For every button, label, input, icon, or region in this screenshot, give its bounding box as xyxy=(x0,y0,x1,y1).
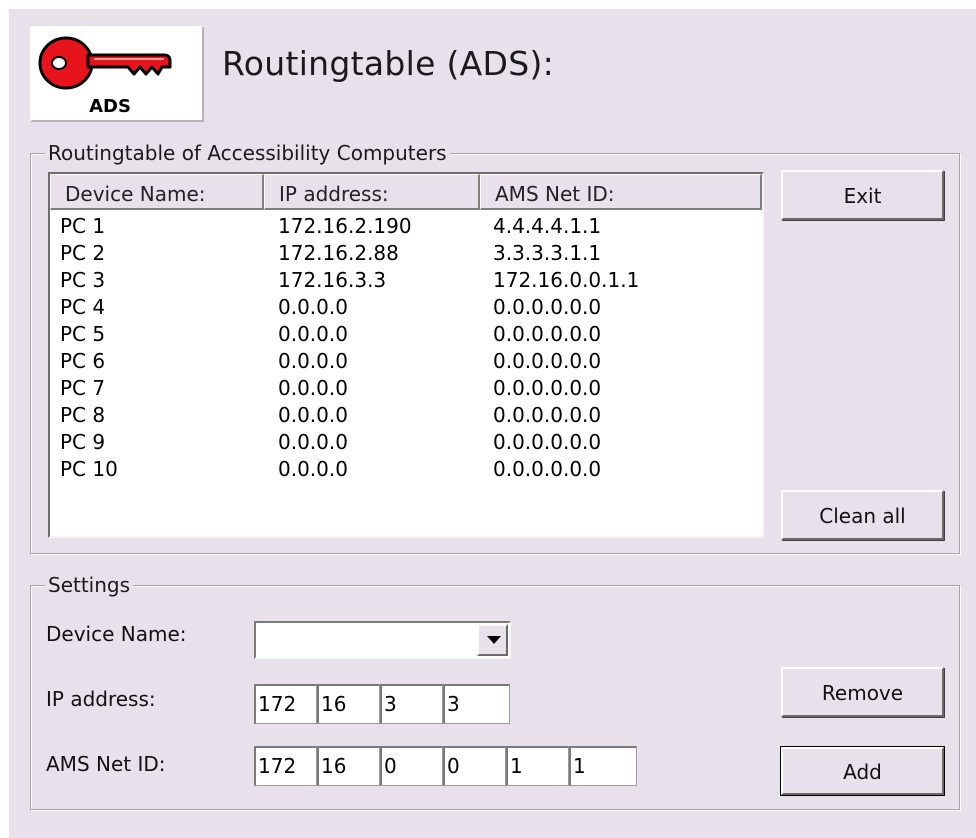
ams-net-id-label: AMS Net ID: xyxy=(46,752,166,776)
device-name-cell: PC 10 xyxy=(60,457,118,481)
table-row[interactable]: PC 9 0.0.0.0 0.0.0.0.0.0 xyxy=(50,430,762,457)
device-name-label: Device Name: xyxy=(46,622,187,646)
ams-net-id-cell: 0.0.0.0.0.0 xyxy=(493,403,602,427)
ams-octet-1[interactable]: 172 xyxy=(254,746,317,786)
settings-group-legend: Settings xyxy=(45,573,134,597)
table-row[interactable]: PC 8 0.0.0.0 0.0.0.0.0.0 xyxy=(50,403,762,430)
device-name-cell: PC 3 xyxy=(60,268,106,292)
logo-text: ADS xyxy=(89,96,131,117)
chevron-down-icon xyxy=(487,636,501,644)
ams-octet-4[interactable]: 0 xyxy=(443,746,506,786)
ams-net-id-cell: 0.0.0.0.0.0 xyxy=(493,322,602,346)
device-name-cell: PC 5 xyxy=(60,322,106,346)
page-title: Routingtable (ADS): xyxy=(222,44,555,83)
table-row[interactable]: PC 5 0.0.0.0 0.0.0.0.0.0 xyxy=(50,322,762,349)
key-icon xyxy=(38,36,172,90)
ads-logo: ADS xyxy=(30,26,204,122)
ip-address-cell: 0.0.0.0 xyxy=(278,295,348,319)
add-button[interactable]: Add xyxy=(780,746,945,796)
ams-octet-3[interactable]: 0 xyxy=(380,746,443,786)
ip-address-cell: 0.0.0.0 xyxy=(278,403,348,427)
ams-net-id-cell: 0.0.0.0.0.0 xyxy=(493,295,602,319)
ip-address-cell: 172.16.2.190 xyxy=(278,214,412,238)
ams-octet-2[interactable]: 16 xyxy=(317,746,380,786)
routing-group-legend: Routingtable of Accessibility Computers xyxy=(45,141,450,165)
ip-address-cell: 0.0.0.0 xyxy=(278,349,348,373)
ip-address-cell: 0.0.0.0 xyxy=(278,376,348,400)
table-row[interactable]: PC 3 172.16.3.3 172.16.0.0.1.1 xyxy=(50,268,762,295)
column-header-ip-address[interactable]: IP address: xyxy=(264,174,480,210)
ams-net-id-cell: 4.4.4.4.1.1 xyxy=(493,214,602,238)
device-name-cell: PC 2 xyxy=(60,241,106,265)
ip-address-cell: 0.0.0.0 xyxy=(278,322,348,346)
ams-net-id-cell: 0.0.0.0.0.0 xyxy=(493,376,602,400)
device-name-combobox[interactable] xyxy=(254,621,511,659)
ip-octet-1[interactable]: 172 xyxy=(254,684,317,724)
ip-address-cell: 172.16.2.88 xyxy=(278,241,399,265)
ip-address-cell: 0.0.0.0 xyxy=(278,430,348,454)
ams-octet-5[interactable]: 1 xyxy=(506,746,569,786)
device-name-cell: PC 1 xyxy=(60,214,106,238)
device-name-cell: PC 4 xyxy=(60,295,106,319)
dropdown-button[interactable] xyxy=(477,624,508,656)
exit-button[interactable]: Exit xyxy=(781,170,944,220)
device-name-cell: PC 6 xyxy=(60,349,106,373)
ams-net-id-cell: 0.0.0.0.0.0 xyxy=(493,430,602,454)
remove-button[interactable]: Remove xyxy=(781,667,944,717)
ip-octet-4[interactable]: 3 xyxy=(443,684,510,724)
column-header-device-name[interactable]: Device Name: xyxy=(50,174,264,210)
ams-octet-6[interactable]: 1 xyxy=(569,746,637,786)
device-name-cell: PC 8 xyxy=(60,403,106,427)
routing-table[interactable]: Device Name: IP address: AMS Net ID: PC … xyxy=(48,172,764,538)
ams-net-id-cell: 0.0.0.0.0.0 xyxy=(493,457,602,481)
table-header: Device Name: IP address: AMS Net ID: xyxy=(50,174,762,210)
ams-net-id-cell: 3.3.3.3.1.1 xyxy=(493,241,602,265)
column-header-ams-net-id[interactable]: AMS Net ID: xyxy=(480,174,762,210)
device-name-cell: PC 9 xyxy=(60,430,106,454)
table-row[interactable]: PC 2 172.16.2.88 3.3.3.3.1.1 xyxy=(50,241,762,268)
device-name-cell: PC 7 xyxy=(60,376,106,400)
table-row[interactable]: PC 7 0.0.0.0 0.0.0.0.0.0 xyxy=(50,376,762,403)
ams-net-id-cell: 172.16.0.0.1.1 xyxy=(493,268,640,292)
table-row[interactable]: PC 4 0.0.0.0 0.0.0.0.0.0 xyxy=(50,295,762,322)
ip-octet-2[interactable]: 16 xyxy=(317,684,380,724)
ip-octet-3[interactable]: 3 xyxy=(380,684,443,724)
ams-net-id-cell: 0.0.0.0.0.0 xyxy=(493,349,602,373)
table-row[interactable]: PC 6 0.0.0.0 0.0.0.0.0.0 xyxy=(50,349,762,376)
ip-address-cell: 172.16.3.3 xyxy=(278,268,387,292)
table-row[interactable]: PC 10 0.0.0.0 0.0.0.0.0.0 xyxy=(50,457,762,484)
table-row[interactable]: PC 1 172.16.2.190 4.4.4.4.1.1 xyxy=(50,214,762,241)
ip-address-cell: 0.0.0.0 xyxy=(278,457,348,481)
clean-all-button[interactable]: Clean all xyxy=(781,490,944,540)
ip-address-label: IP address: xyxy=(46,687,156,711)
